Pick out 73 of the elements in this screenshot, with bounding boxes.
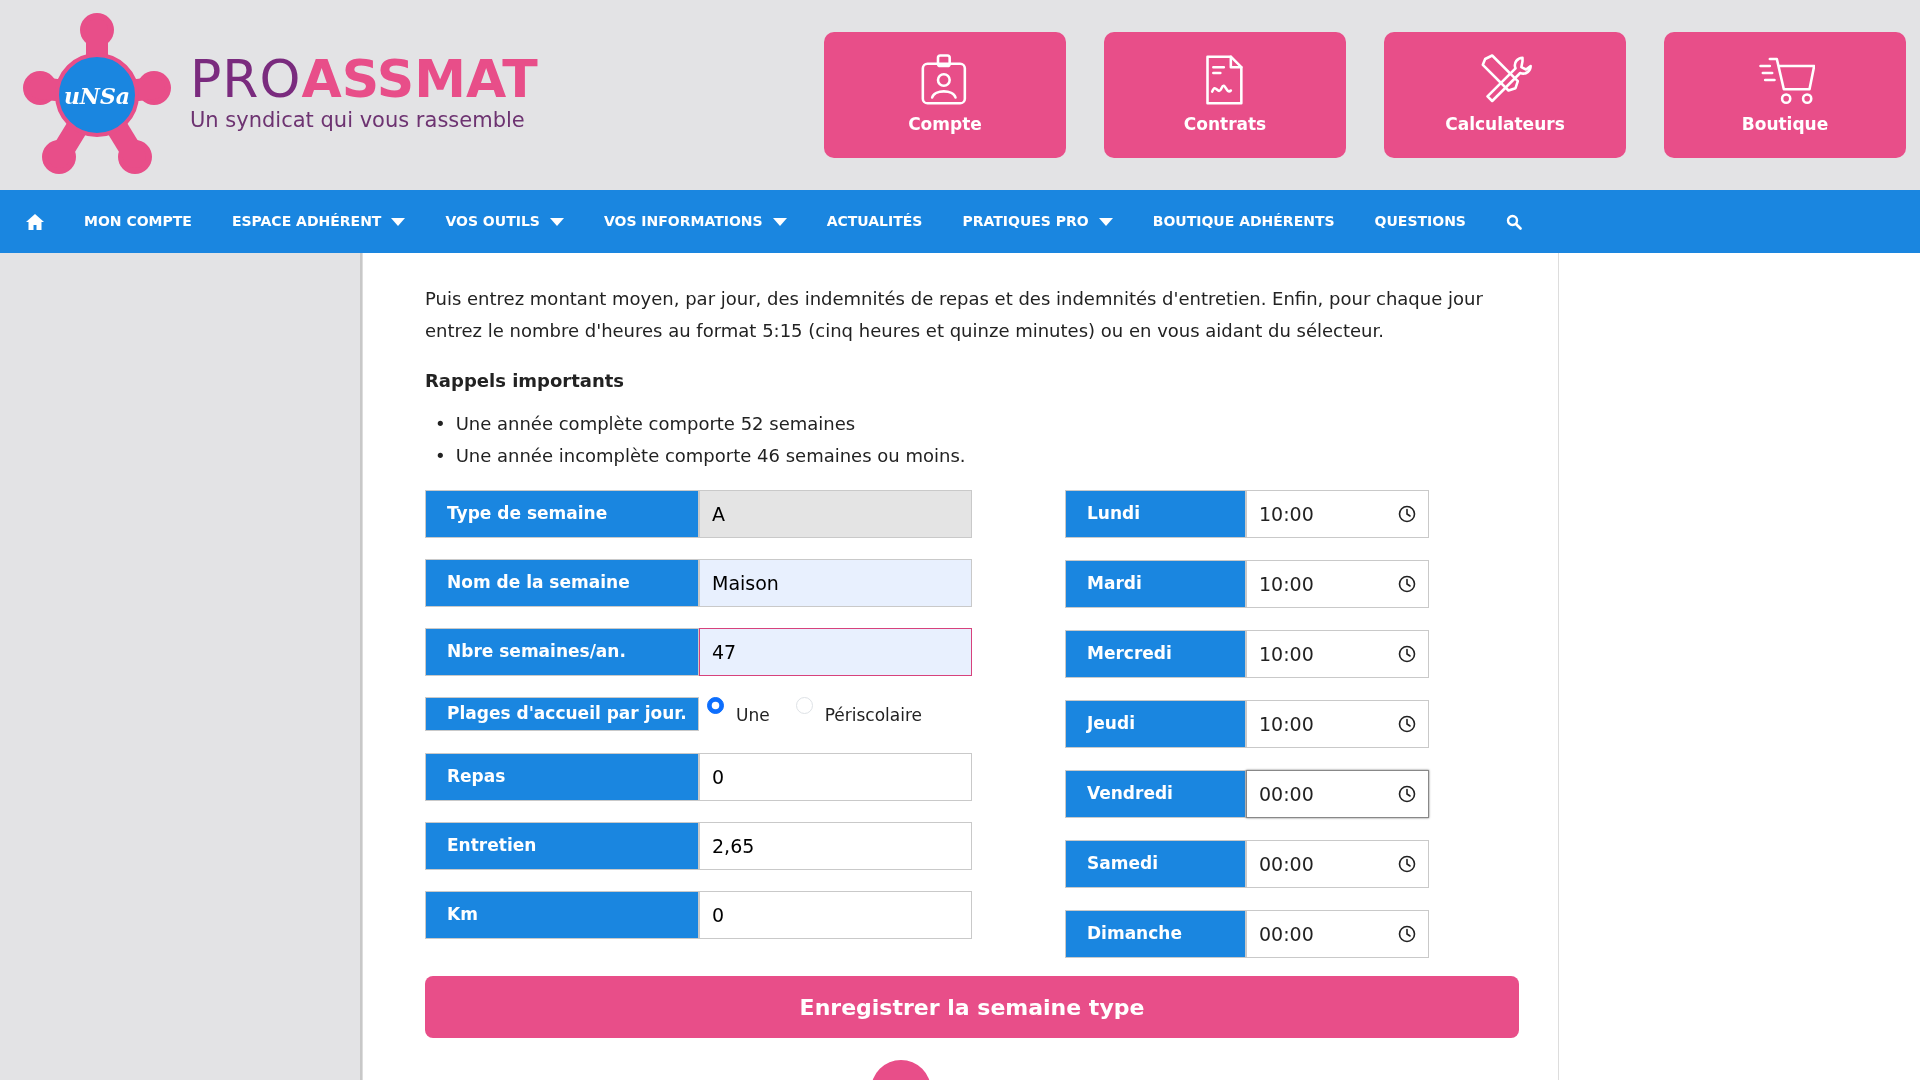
intro-paragraph: Puis entrez montant moyen, par jour, des indemnités de repas et des indemnités d'entretien. Enfin, pour chaque jour entrez le nombre d'heures au format 5:15 (cinq heures et quinze minutes) ou en vous aidant du sélecteur. [425, 287, 1484, 343]
bullet: • [435, 412, 446, 436]
clock-icon [1398, 785, 1416, 803]
radio-label: Périscolaire [824, 704, 923, 727]
time-field[interactable]: 10:00 [1246, 630, 1429, 678]
field-label: Km [425, 891, 699, 939]
day-label: Samedi [1065, 840, 1246, 888]
nav-link[interactable]: VOS OUTILS [425, 211, 584, 232]
text-field[interactable]: A [699, 490, 972, 538]
day-label: Lundi [1065, 490, 1246, 538]
time-value: 10:00 [1259, 711, 1314, 737]
day-label: Vendredi [1065, 770, 1246, 818]
radio-button[interactable] [707, 697, 724, 714]
field-label: Entretien [425, 822, 699, 870]
clock-icon [1398, 855, 1416, 873]
clock-icon [1398, 645, 1416, 663]
day-label: Mardi [1065, 560, 1246, 608]
nav-link[interactable]: QUESTIONS [1354, 211, 1486, 232]
nav-link[interactable]: ESPACE ADHÉRENT [211, 211, 426, 232]
field-label: Type de semaine [425, 490, 699, 538]
clock-icon [1398, 575, 1416, 593]
time-value: 00:00 [1259, 921, 1314, 947]
submit-button[interactable]: Enregistrer la semaine type [425, 976, 1519, 1038]
time-value: 10:00 [1259, 501, 1314, 527]
list-item: Une année incomplète comporte 46 semaines ou moins. [455, 444, 966, 468]
shortcut-button[interactable]: Boutique [1664, 32, 1906, 158]
time-field[interactable]: 10:00 [1246, 490, 1429, 538]
clock-icon [1398, 925, 1416, 943]
section-heading: Rappels importants [425, 369, 626, 393]
caret-icon [391, 217, 406, 226]
time-value: 10:00 [1259, 641, 1314, 667]
text-field[interactable]: 2,65 [699, 822, 972, 870]
shortcut-button[interactable]: Contrats [1104, 32, 1346, 158]
radio-label: Une [736, 704, 770, 727]
nav-link[interactable]: VOS INFORMATIONS [583, 211, 807, 232]
clock-icon [1398, 505, 1416, 523]
field-label: Repas [425, 753, 699, 801]
field-label: Plages d'accueil par jour. [425, 697, 699, 731]
text-field[interactable]: 0 [699, 753, 972, 801]
shortcut-button[interactable]: Calculateurs [1384, 32, 1626, 158]
caret-icon [772, 217, 787, 226]
time-field[interactable]: 00:00 [1246, 840, 1429, 888]
time-field[interactable]: 00:00 [1246, 770, 1429, 818]
clock-icon [1398, 715, 1416, 733]
caret-icon [1098, 217, 1113, 226]
field-label: Nom de la semaine [425, 559, 699, 607]
time-field[interactable]: 00:00 [1246, 910, 1429, 958]
brand-name: PRO [190, 53, 302, 106]
nav-link[interactable]: MON COMPTE [64, 211, 212, 232]
search-icon [1505, 213, 1522, 230]
time-value: 10:00 [1259, 571, 1314, 597]
day-label: Jeudi [1065, 700, 1246, 748]
nav-link[interactable]: PRATIQUES PRO [942, 211, 1133, 232]
list-item: Une année complète comporte 52 semaines [455, 412, 856, 436]
day-label: Dimanche [1065, 910, 1246, 958]
caret-icon [549, 217, 564, 226]
home-icon [26, 213, 44, 230]
shortcut-button[interactable]: Compte [824, 32, 1066, 158]
text-field[interactable]: 0 [699, 891, 972, 939]
brand-name: ASSMAT [301, 53, 538, 106]
day-label: Mercredi [1065, 630, 1246, 678]
nav-link[interactable]: BOUTIQUE ADHÉRENTS [1132, 211, 1355, 232]
time-field[interactable]: 10:00 [1246, 700, 1429, 748]
time-value: 00:00 [1259, 851, 1314, 877]
brand-tagline: Un syndicat qui vous rassemble [190, 107, 526, 135]
bullet: • [435, 444, 446, 468]
logo-badge-text: uNSa [63, 83, 131, 109]
nav-link[interactable]: ACTUALITÉS [806, 211, 943, 232]
text-field[interactable]: Maison [699, 559, 972, 607]
text-field[interactable]: 47 [699, 628, 972, 676]
field-label: Nbre semaines/an. [425, 628, 699, 676]
time-field[interactable]: 10:00 [1246, 560, 1429, 608]
time-value: 00:00 [1259, 781, 1314, 807]
